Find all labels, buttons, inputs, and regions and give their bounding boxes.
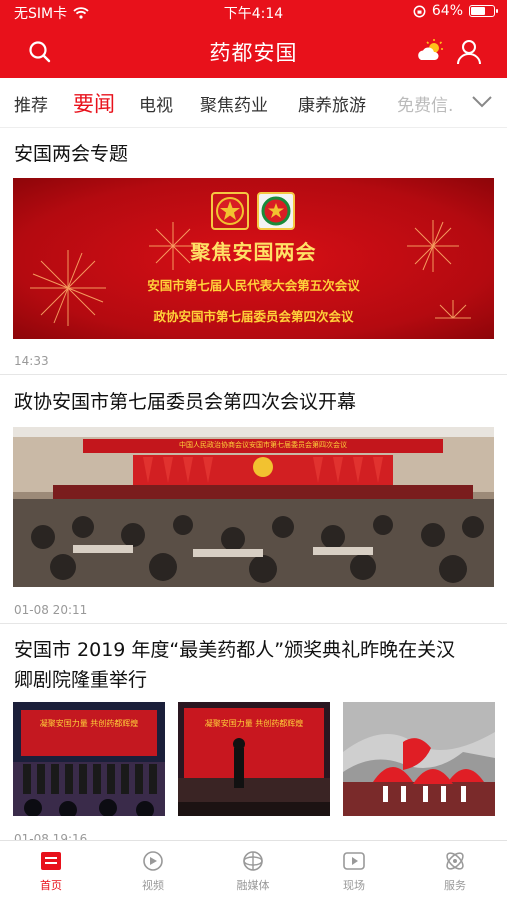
- cppcc-emblem-icon: [257, 192, 295, 230]
- news-title-3-line-1: 安国市 2019 年度“最美药都人”颁奖典礼昨晚在关汉: [14, 639, 456, 661]
- app-header: 无SIM卡 下午4:14 64% 药都安国: [0, 0, 507, 78]
- news-thumb-3[interactable]: [343, 702, 495, 816]
- thumb-1-caption: 凝聚安国力量 共创药都辉煌: [39, 719, 139, 728]
- news-time-2: 01-08 20:11: [14, 603, 88, 617]
- divider: [0, 374, 507, 375]
- nav-bar: 药都安国: [0, 26, 507, 78]
- status-right: 64%: [413, 3, 498, 19]
- media-icon: [243, 851, 263, 871]
- meeting-photo[interactable]: 中国人民政治协商会议安国市第七届委员会第四次会议: [13, 427, 494, 587]
- category-tabs: 推荐 要闻 电视 聚焦药业 康养旅游 免费信.: [0, 78, 507, 128]
- tab-headlines[interactable]: 要闻: [73, 88, 115, 118]
- tabbar-home-label: 首页: [40, 879, 62, 892]
- news-time-1: 14:33: [14, 354, 49, 368]
- news-thumb-2[interactable]: 凝聚安国力量 共创药都辉煌: [178, 702, 330, 816]
- tab-free-info[interactable]: 免费信.: [397, 91, 453, 116]
- divider: [0, 623, 507, 624]
- tabbar-video[interactable]: 视频: [123, 849, 183, 893]
- tabbar-home[interactable]: 首页: [21, 849, 81, 893]
- tab-tv[interactable]: 电视: [139, 91, 173, 116]
- tabbar-media-label: 融媒体: [236, 879, 270, 892]
- thumb-2-caption: 凝聚安国力量 共创药都辉煌: [204, 719, 304, 728]
- tabbar-video-label: 视频: [142, 879, 164, 892]
- tabbar-service[interactable]: 服务: [425, 849, 485, 893]
- banner-heading: 聚焦安国两会: [190, 240, 317, 264]
- tabbar-live[interactable]: 现场: [324, 849, 384, 893]
- tabbar-media[interactable]: 融媒体: [223, 849, 283, 893]
- tab-pharma-focus[interactable]: 聚焦药业: [200, 91, 268, 116]
- banner-line-2: 政协安国市第七届委员会第四次会议: [153, 309, 354, 324]
- news-thumb-1[interactable]: 凝聚安国力量 共创药都辉煌: [13, 702, 165, 816]
- dance-performance-photo: [343, 702, 495, 816]
- national-emblem-icon: [211, 192, 249, 230]
- tabbar-service-label: 服务: [444, 879, 466, 892]
- news-title-2[interactable]: 政协安国市第七届委员会第四次会议开幕: [14, 387, 493, 417]
- photo-banner-text: 中国人民政治协商会议安国市第七届委员会第四次会议: [179, 441, 347, 449]
- live-icon: [343, 852, 365, 870]
- battery-fill: [471, 7, 485, 15]
- status-bar: 无SIM卡 下午4:14 64%: [0, 0, 507, 24]
- news-title-3[interactable]: 安国市 2019 年度“最美药都人”颁奖典礼昨晚在关汉 卿剧院隆重举行: [14, 635, 493, 695]
- service-icon: [446, 852, 464, 870]
- battery-percent: 64%: [431, 3, 463, 19]
- weather-icon[interactable]: [415, 38, 445, 66]
- chevron-down-icon[interactable]: [471, 94, 493, 110]
- tabbar-live-label: 现场: [343, 879, 365, 892]
- battery-icon: [469, 5, 498, 17]
- news-title-1[interactable]: 安国两会专题: [14, 139, 493, 169]
- news-title-3-line-2: 卿剧院隆重举行: [14, 669, 148, 691]
- special-topic-banner[interactable]: 聚焦安国两会 安国市第七届人民代表大会第五次会议 政协安国市第七届委员会第四次会…: [13, 178, 494, 339]
- banner-line-1: 安国市第七届人民代表大会第五次会议: [147, 278, 360, 293]
- home-icon: [41, 852, 61, 870]
- meeting-hall-image: [13, 427, 494, 587]
- user-icon[interactable]: [456, 38, 482, 66]
- video-icon: [143, 851, 163, 871]
- tab-recommend[interactable]: 推荐: [14, 91, 48, 116]
- orientation-lock-icon: [413, 5, 426, 17]
- tab-wellness-travel[interactable]: 康养旅游: [298, 91, 366, 116]
- bottom-tab-bar: 首页 视频 融媒体 现场 服务: [0, 840, 507, 900]
